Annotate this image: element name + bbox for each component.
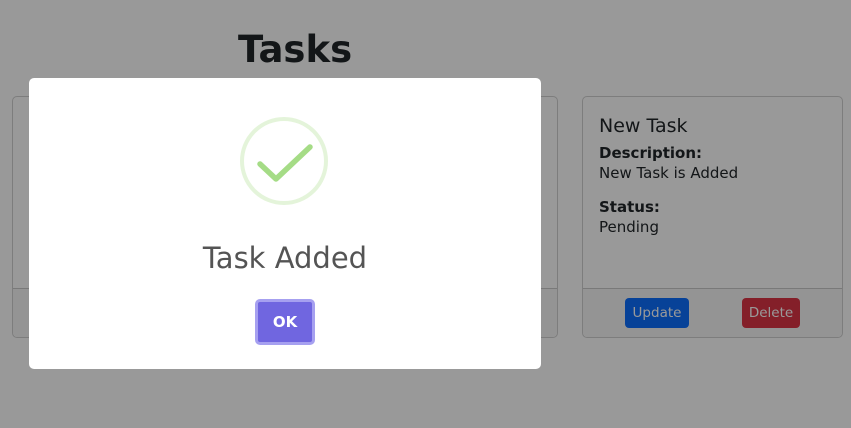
modal-backdrop[interactable]: Task Added OK [0,0,851,428]
ok-button[interactable]: OK [255,299,315,345]
success-check-icon [240,117,328,205]
task-added-dialog: Task Added OK [29,78,541,369]
dialog-title: Task Added [202,241,368,275]
